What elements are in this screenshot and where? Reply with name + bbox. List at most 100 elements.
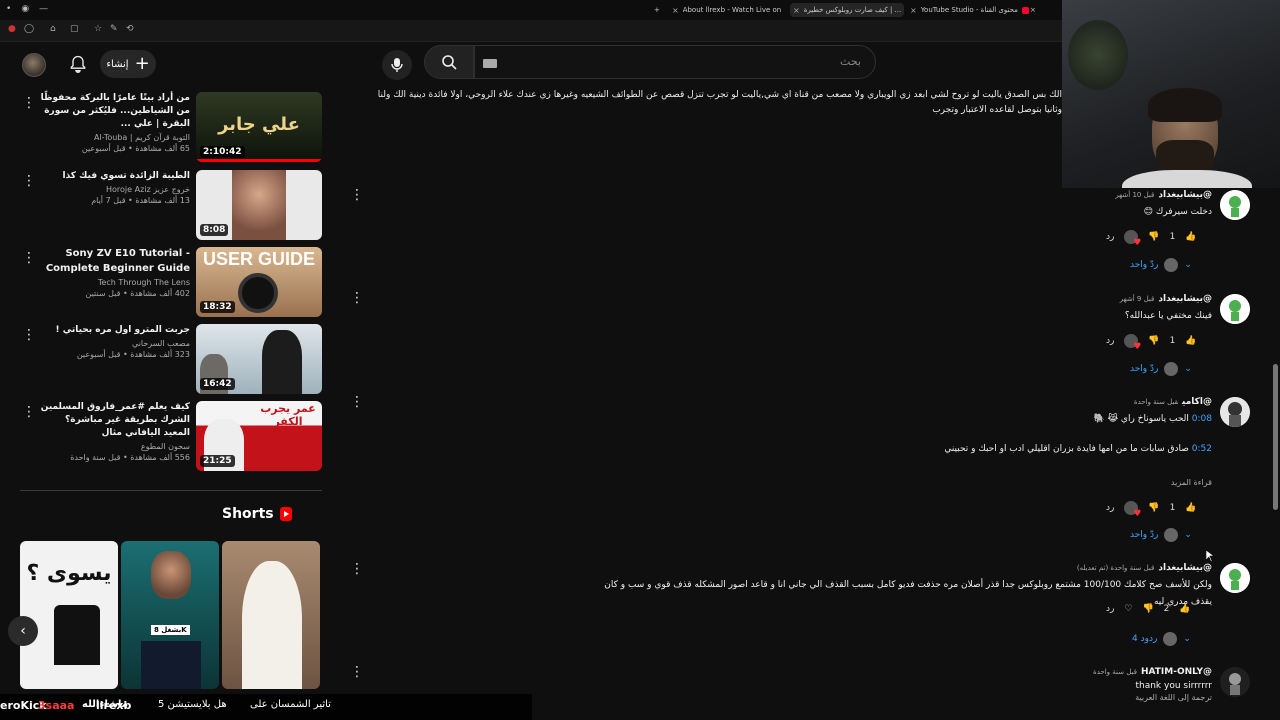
close-tab-icon[interactable]: × <box>672 6 679 15</box>
circle-icon[interactable]: ◉ <box>21 4 29 14</box>
account-avatar[interactable] <box>22 53 46 77</box>
more-options-icon[interactable]: ⋮ <box>22 96 36 110</box>
comment-time[interactable]: قبل 9 أشهر <box>1120 295 1155 303</box>
like-icon[interactable]: 👍 <box>1185 336 1196 346</box>
more-options-icon[interactable]: ⋮ <box>22 405 36 419</box>
video-title[interactable]: Sony ZV E10 Tutorial - Complete Beginner… <box>40 247 190 276</box>
like-icon[interactable]: 👍 <box>1185 503 1196 513</box>
channel-name[interactable]: خروج عزيز Horoje Aziz <box>40 185 190 194</box>
comment-author[interactable]: @بيشابيغداد <box>1158 294 1212 304</box>
comment-time[interactable]: قبل سنة واحدة <box>1093 668 1137 676</box>
video-views: 65 ألف مشاهدة • قبل أسبوعين <box>81 144 190 154</box>
read-more-link[interactable]: قراءة المزيد <box>1171 478 1212 487</box>
timestamp-link[interactable]: 0:52 <box>1192 444 1212 454</box>
video-thumbnail[interactable]: عمر يجرب الكفر 21:25 <box>196 401 322 471</box>
reply-button[interactable]: رد <box>1106 604 1114 614</box>
chevron-left-icon[interactable]: ‹ <box>8 616 38 646</box>
more-options-icon[interactable]: ⋮ <box>350 562 364 576</box>
comment-time[interactable]: قبل 10 أشهر <box>1115 191 1154 199</box>
view-replies-button[interactable]: 4 ردود ⌄ <box>1132 632 1191 646</box>
view-replies-button[interactable]: ردّ واحد ⌄ <box>1130 258 1192 272</box>
commenter-avatar[interactable] <box>1220 294 1250 324</box>
menu-icon[interactable]: • <box>6 4 11 14</box>
related-video-item[interactable]: ⋮ الطيبة الزائدة تسوي فيك كذا خروج عزيز … <box>0 170 340 242</box>
window-icon[interactable]: ▢ <box>70 24 79 34</box>
voice-search-button[interactable] <box>382 50 412 80</box>
video-thumbnail[interactable]: USER GUIDE 18:32 <box>196 247 322 317</box>
new-tab-button[interactable]: + <box>654 3 660 17</box>
minimize-icon[interactable]: — <box>39 4 48 14</box>
more-options-icon[interactable]: ⋮ <box>22 251 36 265</box>
more-options-icon[interactable]: ⋮ <box>350 665 364 679</box>
channel-name[interactable]: التوبة قرآن كريم | Al-Touba <box>40 133 190 142</box>
reply-button[interactable]: رد <box>1106 503 1114 513</box>
video-title[interactable]: من أراد بيتًا عامرًا بالبركة محفوظًا من … <box>40 92 190 131</box>
window-controls: • ◉ — <box>6 4 48 14</box>
translate-link[interactable]: ترجمة إلى اللغة العربية <box>1093 693 1212 702</box>
reply-button[interactable]: رد <box>1106 336 1114 346</box>
more-options-icon[interactable]: ⋮ <box>22 328 36 342</box>
lock-icon[interactable]: ⌂ <box>50 24 56 34</box>
browser-tab-youtube-video[interactable]: × كيف صارت روبلوكس خطيرة | ... <box>790 3 904 17</box>
comment-author[interactable]: @HATIM-ONLY <box>1141 667 1212 677</box>
close-tab-icon[interactable]: × <box>910 6 917 15</box>
video-thumbnail[interactable]: 16:42 <box>196 324 322 394</box>
video-title[interactable]: الطيبة الزائدة تسوي فيك كذا <box>40 170 190 183</box>
history-icon[interactable]: ⟲ <box>126 24 134 34</box>
keyboard-icon[interactable] <box>483 59 497 68</box>
commenter-avatar[interactable] <box>1220 667 1250 697</box>
dislike-icon[interactable]: 👎 <box>1142 604 1153 614</box>
commenter-avatar[interactable] <box>1220 563 1250 593</box>
dislike-icon[interactable]: 👎 <box>1148 232 1159 242</box>
timestamp-link[interactable]: 0:08 <box>1192 414 1212 424</box>
like-icon[interactable]: 👍 <box>1185 232 1196 242</box>
video-thumbnail[interactable]: علي جابر 2:10:42 <box>196 92 322 162</box>
heart-icon[interactable]: ♡ <box>1124 604 1132 614</box>
like-icon[interactable]: 👍 <box>1179 604 1190 614</box>
comment-time[interactable]: قبل سنة واحدة <box>1134 398 1178 406</box>
browser-tab-kick[interactable]: × About llrexb - Watch Live on K <box>672 3 784 17</box>
dislike-icon[interactable]: 👎 <box>1148 336 1159 346</box>
commenter-avatar[interactable] <box>1220 397 1250 427</box>
comment-author[interactable]: @اكامي <box>1182 397 1212 407</box>
comment-time[interactable]: قبل سنة واحدة (تم تعديله) <box>1077 564 1154 572</box>
channel-name[interactable]: مصعب السرحاني <box>40 339 190 348</box>
search-input[interactable]: بحث <box>474 45 876 79</box>
comment-thread: @بيشابيغدادقبل سنة واحدة (تم تعديله) ولك… <box>550 563 1250 643</box>
related-video-item[interactable]: ⋮ Sony ZV E10 Tutorial - Complete Beginn… <box>0 247 340 319</box>
extension-icon[interactable]: ✎ <box>110 24 118 34</box>
more-options-icon[interactable]: ⋮ <box>350 395 364 409</box>
short-video-card[interactable] <box>222 541 320 689</box>
reply-button[interactable]: رد <box>1106 232 1114 242</box>
close-tab-icon[interactable]: × <box>1030 3 1036 17</box>
short-video-card[interactable]: يسوى ؟ <box>20 541 118 689</box>
related-video-item[interactable]: ⋮ كيف يعلم #عمر_فاروق المسلمين الشرك بطر… <box>0 401 340 473</box>
video-title[interactable]: جربت المترو اول مره بحياتي ! <box>40 324 190 337</box>
more-options-icon[interactable]: ⋮ <box>22 174 36 188</box>
channel-name[interactable]: سحون المطوع <box>40 442 190 451</box>
video-thumbnail[interactable]: 8:08 <box>196 170 322 240</box>
scrollbar-thumb[interactable] <box>1273 364 1278 510</box>
related-video-item[interactable]: ⋮ جربت المترو اول مره بحياتي ! مصعب السر… <box>0 324 340 396</box>
more-options-icon[interactable]: ⋮ <box>350 291 364 305</box>
create-button[interactable]: إنشاء + <box>100 50 156 78</box>
view-replies-button[interactable]: ردّ واحد ⌄ <box>1130 362 1192 376</box>
comment-actions: رد ♡ 👎 2 👍 <box>1106 604 1191 614</box>
record-icon[interactable]: ◯ <box>24 24 34 34</box>
notifications-bell-icon[interactable] <box>68 54 88 74</box>
search-button[interactable] <box>424 45 474 79</box>
view-replies-button[interactable]: ردّ واحد ⌄ <box>1130 528 1192 542</box>
channel-name[interactable]: Tech Through The Lens <box>40 278 190 287</box>
comment-author[interactable]: @بيشابيغداد <box>1158 563 1212 573</box>
browser-tab-youtube-studio[interactable]: × YouTube Studio - محتوى القناة <box>910 3 1038 17</box>
dislike-icon[interactable]: 👎 <box>1148 503 1159 513</box>
stop-icon[interactable]: ● <box>8 24 16 34</box>
comment-author[interactable]: @بيشابيغداد <box>1158 190 1212 200</box>
short-video-card[interactable]: بشغل 8K <box>121 541 219 689</box>
star-icon[interactable]: ☆ <box>94 24 102 34</box>
commenter-avatar[interactable] <box>1220 190 1250 220</box>
more-options-icon[interactable]: ⋮ <box>350 188 364 202</box>
video-title[interactable]: كيف يعلم #عمر_فاروق المسلمين الشرك بطريق… <box>40 401 190 440</box>
close-tab-icon[interactable]: × <box>793 6 800 15</box>
related-video-item[interactable]: ⋮ من أراد بيتًا عامرًا بالبركة محفوظًا م… <box>0 92 340 164</box>
